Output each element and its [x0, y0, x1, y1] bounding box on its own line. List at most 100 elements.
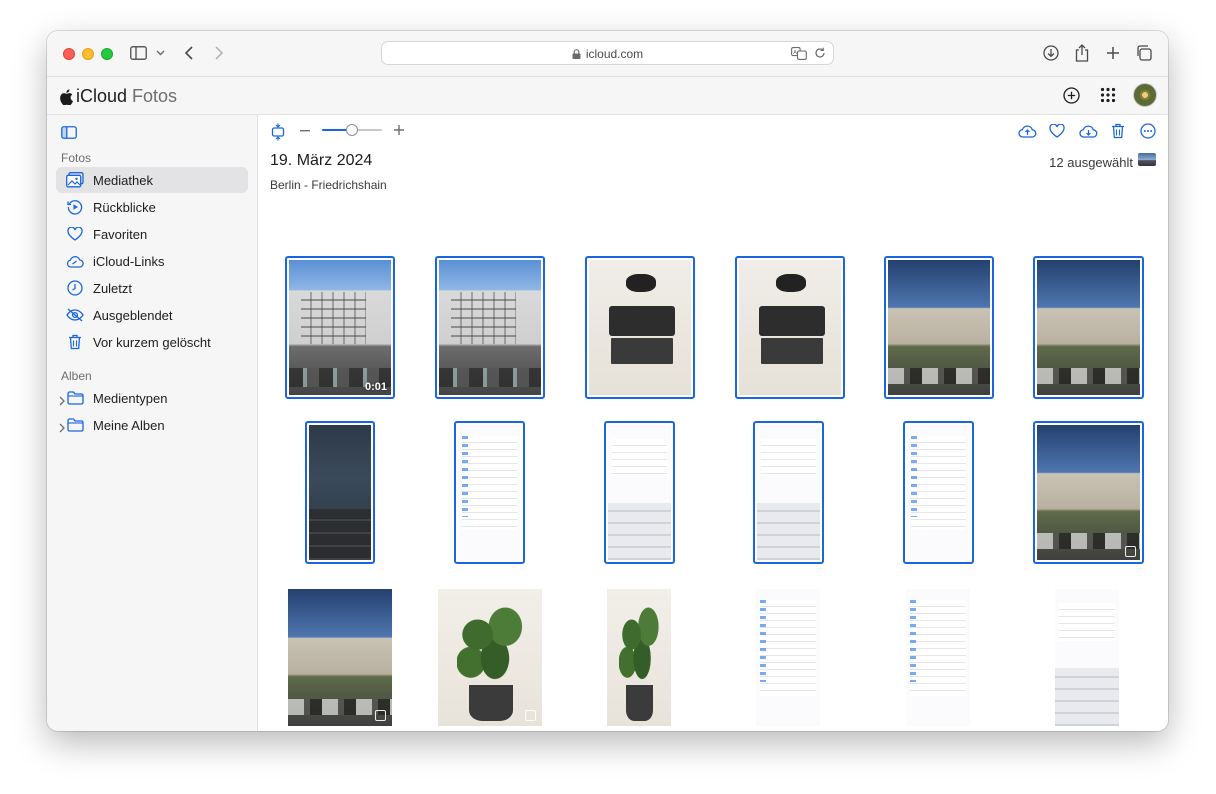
- lock-icon: [572, 48, 581, 59]
- zoom-in-button[interactable]: [393, 124, 405, 136]
- photo-library-icon: [66, 171, 84, 189]
- photo-tile[interactable]: [585, 256, 695, 399]
- icloud-brand[interactable]: iCloud Fotos: [60, 86, 177, 107]
- share-icon[interactable]: [1073, 43, 1091, 62]
- zoom-slider-knob[interactable]: [346, 124, 358, 136]
- sidebar-item-label: iCloud-Links: [93, 253, 165, 269]
- sidebar-item-label: Medientypen: [93, 390, 168, 406]
- folder-icon: [66, 389, 84, 407]
- folder-icon: [66, 416, 84, 434]
- apple-logo-icon: [60, 88, 74, 105]
- live-photo-icon: [375, 710, 386, 721]
- reload-icon[interactable]: [813, 46, 827, 60]
- sidebar-item-mediathek[interactable]: Mediathek: [56, 167, 248, 193]
- screenshot-tile[interactable]: [756, 589, 820, 726]
- new-tab-icon[interactable]: [1104, 44, 1122, 62]
- sidebar-collapse-icon[interactable]: [60, 124, 78, 140]
- photo-tile[interactable]: [735, 256, 845, 399]
- address-bar[interactable]: icloud.com A: [381, 41, 834, 65]
- photo-tile[interactable]: [435, 256, 545, 399]
- svg-text:A: A: [793, 49, 797, 55]
- live-photo-icon: [525, 710, 536, 721]
- photo-tile[interactable]: [1033, 421, 1144, 564]
- video-duration: 0:01: [364, 381, 387, 393]
- photo-tile[interactable]: 0:01: [285, 256, 395, 399]
- tab-overview-icon[interactable]: [1135, 44, 1153, 62]
- memories-icon: [66, 198, 84, 216]
- screenshot-tile[interactable]: [607, 589, 671, 726]
- moment-date-title: 19. März 2024: [270, 152, 373, 169]
- zoom-slider[interactable]: [322, 124, 382, 136]
- photo-thumbnail: [906, 589, 970, 726]
- photo-thumbnail: [608, 425, 671, 560]
- chevron-down-icon[interactable]: [155, 48, 165, 58]
- photo-thumbnail: [888, 260, 990, 395]
- photo-tile[interactable]: [1033, 256, 1144, 399]
- download-icon[interactable]: [1078, 123, 1098, 139]
- screenshot-tile[interactable]: [305, 421, 375, 564]
- url-label: icloud.com: [585, 47, 644, 61]
- sidebar-item-meine-alben[interactable]: Meine Alben: [56, 412, 248, 438]
- sidebar-item-rueckblicke[interactable]: Rückblicke: [56, 194, 248, 220]
- cloud-link-icon: [66, 252, 84, 270]
- back-button[interactable]: [182, 45, 196, 61]
- favorite-heart-icon[interactable]: [1048, 123, 1066, 139]
- photo-tile[interactable]: [288, 589, 392, 726]
- brand-suffix: Fotos: [132, 86, 178, 106]
- sidebar-item-label: Rückblicke: [93, 199, 156, 215]
- screenshot-tile[interactable]: [753, 421, 824, 564]
- heart-icon: [66, 225, 84, 243]
- zoom-window-button[interactable]: [101, 48, 113, 60]
- downloads-icon[interactable]: [1042, 44, 1060, 62]
- sidebar: Fotos Mediathek Rückblicke Favoriten iCl…: [47, 115, 258, 731]
- selection-preview-thumbnail[interactable]: [1138, 153, 1156, 166]
- section-alben-heading: Alben: [61, 369, 92, 383]
- photo-thumbnail: [438, 589, 542, 726]
- close-window-button[interactable]: [63, 48, 75, 60]
- sidebar-item-label: Zuletzt: [93, 280, 133, 296]
- sidebar-item-vor-kurzem-geloescht[interactable]: Vor kurzem gelöscht: [56, 329, 248, 355]
- photo-thumbnail: [288, 589, 392, 726]
- sidebar-item-label: Mediathek: [93, 172, 153, 188]
- sidebar-item-label: Meine Alben: [93, 417, 165, 433]
- more-options-icon[interactable]: [1139, 122, 1157, 140]
- screenshot-tile[interactable]: [1055, 589, 1119, 726]
- clock-icon: [66, 279, 84, 297]
- zoom-out-button[interactable]: [299, 125, 311, 137]
- photo-tile[interactable]: [884, 256, 994, 399]
- screenshot-tile[interactable]: [454, 421, 525, 564]
- sidebar-item-zuletzt[interactable]: Zuletzt: [56, 275, 248, 301]
- add-icon[interactable]: [1062, 86, 1080, 104]
- photo-thumbnail: [907, 425, 970, 560]
- photo-thumbnail: [309, 425, 371, 560]
- sidebar-item-medientypen[interactable]: Medientypen: [56, 385, 248, 411]
- moment-location[interactable]: Berlin - Friedrichshain: [270, 178, 387, 192]
- forward-button[interactable]: [212, 45, 226, 61]
- photo-tile[interactable]: [438, 589, 542, 726]
- sidebar-item-favoriten[interactable]: Favoriten: [56, 221, 248, 247]
- sidebar-item-label: Vor kurzem gelöscht: [93, 334, 211, 350]
- browser-toolbar: icloud.com A: [47, 31, 1168, 77]
- screenshot-tile[interactable]: [604, 421, 675, 564]
- upload-icon[interactable]: [1017, 123, 1037, 139]
- delete-trash-icon[interactable]: [1110, 122, 1126, 140]
- photo-thumbnail: [757, 425, 820, 560]
- sidebar-item-icloud-links[interactable]: iCloud-Links: [56, 248, 248, 274]
- avatar[interactable]: [1133, 83, 1157, 107]
- sidebar-toggle-icon[interactable]: [129, 45, 147, 61]
- photo-thumbnail: [1037, 260, 1140, 395]
- translate-icon[interactable]: A: [791, 46, 807, 60]
- sidebar-item-ausgeblendet[interactable]: Ausgeblendet: [56, 302, 248, 328]
- sidebar-item-label: Ausgeblendet: [93, 307, 173, 323]
- photo-thumbnail: [439, 260, 541, 395]
- minimize-window-button[interactable]: [82, 48, 94, 60]
- app-header: iCloud Fotos: [47, 77, 1168, 115]
- app-grid-icon[interactable]: [1099, 86, 1117, 104]
- aspect-ratio-icon[interactable]: [270, 123, 286, 141]
- photo-library-view: 19. März 2024 Berlin - Friedrichshain 12…: [258, 115, 1168, 731]
- screenshot-tile[interactable]: [906, 589, 970, 726]
- url-text: icloud.com: [382, 47, 833, 61]
- screenshot-tile[interactable]: [903, 421, 974, 564]
- section-fotos-heading: Fotos: [61, 151, 92, 165]
- brand-name: iCloud: [76, 86, 128, 106]
